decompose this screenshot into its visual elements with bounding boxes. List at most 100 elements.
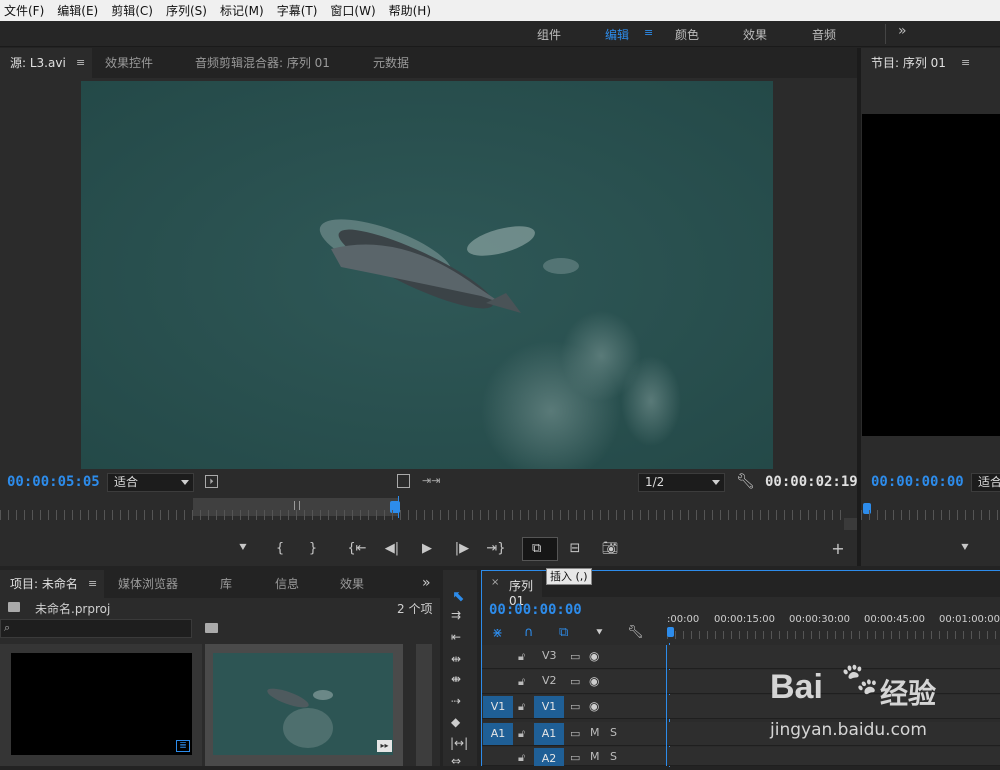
menu-marker[interactable]: 标记(M) [220, 2, 264, 19]
sync-lock-icon[interactable]: ▭ [570, 675, 580, 688]
menu-help[interactable]: 帮助(H) [389, 2, 431, 19]
track-target-v1[interactable]: V1 [534, 696, 564, 718]
project-search-input[interactable]: ⌕ [0, 619, 192, 638]
play-icon[interactable]: ▶︎ [417, 540, 437, 558]
track-target-a2[interactable]: A2 [534, 748, 564, 766]
linked-selection-icon[interactable]: ⧉ [559, 625, 568, 640]
tab-info[interactable]: 信息 [265, 570, 309, 598]
lock-icon[interactable]: 🔓︎ [518, 650, 525, 664]
drag-video-icon[interactable] [397, 474, 410, 488]
panel-menu-icon[interactable]: ≡ [76, 48, 85, 78]
sync-lock-icon[interactable]: ▭ [570, 751, 580, 764]
program-timecode[interactable]: 00:00:00:00 [871, 474, 964, 490]
mute-button[interactable]: M [590, 747, 600, 767]
workspace-editing[interactable]: 编辑 [605, 26, 629, 43]
source-fit-dropdown[interactable]: 适合 [107, 473, 194, 492]
source-patch-v1[interactable]: V1 [483, 696, 513, 718]
add-marker-icon[interactable]: ⯆ [595, 626, 604, 640]
slip-tool-icon[interactable]: ◆ [451, 715, 460, 729]
mute-button[interactable]: M [590, 722, 600, 744]
sync-lock-icon[interactable]: ▭ [570, 700, 580, 713]
tab-project[interactable]: 项目: 未命名 ≡ [0, 570, 104, 598]
go-to-out-icon[interactable]: ⇥} [486, 540, 506, 558]
close-icon[interactable]: × [491, 577, 499, 588]
eye-icon[interactable]: ◉ [589, 674, 599, 688]
tab-media-browser[interactable]: 媒体浏览器 [108, 570, 188, 598]
new-bin-icon[interactable] [205, 623, 218, 633]
lock-icon[interactable]: 🔓︎ [518, 700, 525, 714]
panel-divider[interactable] [857, 48, 861, 566]
range-handle[interactable] [294, 501, 300, 510]
go-to-in-icon[interactable]: {⇤ [347, 540, 367, 558]
track-select-tool-icon[interactable]: ⇉ [451, 608, 461, 622]
tab-libraries[interactable]: 库 [210, 570, 242, 598]
track-target-a1[interactable]: A1 [534, 723, 564, 745]
ripple-edit-tool-icon[interactable]: ⇤ [451, 630, 461, 644]
safe-margins-icon[interactable]: ⏵ [205, 475, 218, 488]
overwrite-icon[interactable]: ⊟ [565, 540, 585, 558]
workspace-assembly[interactable]: 组件 [537, 26, 561, 43]
menu-window[interactable]: 窗口(W) [330, 2, 375, 19]
button-editor-icon[interactable]: + [828, 540, 848, 558]
drag-audio-icon[interactable]: ⇥⇥ [422, 474, 440, 487]
source-video-frame[interactable] [81, 81, 773, 469]
panel-menu-icon[interactable]: ≡ [88, 570, 97, 598]
timeline-settings-icon[interactable]: 🔧︎ [627, 625, 644, 640]
workspace-effects[interactable]: 效果 [743, 26, 767, 43]
step-forward-icon[interactable]: |▶︎ [452, 540, 472, 558]
workspace-audio[interactable]: 音频 [812, 26, 836, 43]
eye-icon[interactable]: ◉ [589, 649, 599, 663]
insert-button[interactable]: ⧉ [522, 537, 558, 561]
mark-out-icon[interactable]: } [303, 540, 323, 558]
rate-stretch-tool-icon[interactable]: ⇼ [451, 672, 461, 686]
export-frame-icon[interactable]: 📷︎ [600, 540, 620, 558]
wrench-icon[interactable]: 🔧︎ [736, 472, 755, 490]
eye-icon[interactable]: ◉ [589, 699, 599, 713]
snap-icon[interactable]: ∩ [524, 625, 534, 640]
workspace-overflow-icon[interactable]: » [898, 23, 907, 39]
menu-edit[interactable]: 编辑(E) [57, 2, 98, 19]
program-fit-dropdown[interactable]: 适合 [971, 473, 1000, 492]
timeline-timecode[interactable]: 00:00:00:00 [489, 602, 582, 618]
menu-clip[interactable]: 剪辑(C) [111, 2, 153, 19]
timeline-ruler[interactable]: :00:00 00:00:15:00 00:00:30:00 00:00:45:… [667, 611, 1000, 643]
lock-icon[interactable]: 🔓︎ [518, 751, 525, 765]
source-scrub-area[interactable] [0, 496, 857, 520]
mark-in-icon[interactable]: { [270, 540, 290, 558]
add-marker-icon[interactable]: ⯆ [955, 540, 975, 558]
source-resolution-dropdown[interactable]: 1/2 [638, 473, 725, 492]
tab-overflow-icon[interactable]: » [422, 575, 431, 591]
sync-lock-icon[interactable]: ▭ [570, 727, 580, 740]
lock-icon[interactable]: 🔓︎ [518, 727, 525, 741]
step-back-icon[interactable]: ◀︎| [382, 540, 402, 558]
tab-sequence[interactable]: × 序列 01 [482, 571, 542, 608]
menu-sequence[interactable]: 序列(S) [166, 2, 207, 19]
tab-program[interactable]: 节目: 序列 01 ≡ [861, 48, 1000, 78]
source-patch-a1[interactable]: A1 [483, 723, 513, 745]
workspace-color[interactable]: 颜色 [675, 26, 699, 43]
slide-tool-icon[interactable]: |↔| [450, 736, 468, 750]
rolling-edit-tool-icon[interactable]: ⇹ [451, 652, 461, 666]
source-timecode-playhead[interactable]: 00:00:05:05 [7, 474, 100, 490]
menu-file[interactable]: 文件(F) [4, 2, 44, 19]
panel-menu-icon[interactable]: ≡ [961, 48, 970, 78]
sync-lock-icon[interactable]: ▭ [570, 650, 580, 663]
project-thumb-1[interactable]: ≣ [0, 644, 202, 766]
solo-button[interactable]: S [610, 747, 617, 767]
program-video-frame[interactable] [862, 114, 1000, 436]
tab-source[interactable]: 源: L3.avi ≡ [0, 48, 92, 78]
workspace-menu-icon[interactable]: ≡ [644, 26, 653, 39]
razor-tool-icon[interactable]: ⇢ [451, 694, 461, 708]
solo-button[interactable]: S [610, 722, 617, 744]
selection-tool-icon[interactable]: ⬉ [452, 587, 465, 605]
add-marker-icon[interactable]: ⯆ [233, 540, 253, 558]
tab-audio-clip-mixer[interactable]: 音频剪辑混合器: 序列 01 [185, 48, 340, 78]
menu-title[interactable]: 字幕(T) [277, 2, 318, 19]
track-target-v2[interactable]: V2 [542, 670, 557, 692]
tab-metadata[interactable]: 元数据 [363, 48, 419, 78]
timeline-playhead-marker[interactable] [667, 627, 674, 637]
track-target-v3[interactable]: V3 [542, 645, 557, 667]
lock-icon[interactable]: 🔓︎ [518, 675, 525, 689]
tab-effects[interactable]: 效果 [330, 570, 374, 598]
tab-effect-controls[interactable]: 效果控件 [95, 48, 163, 78]
